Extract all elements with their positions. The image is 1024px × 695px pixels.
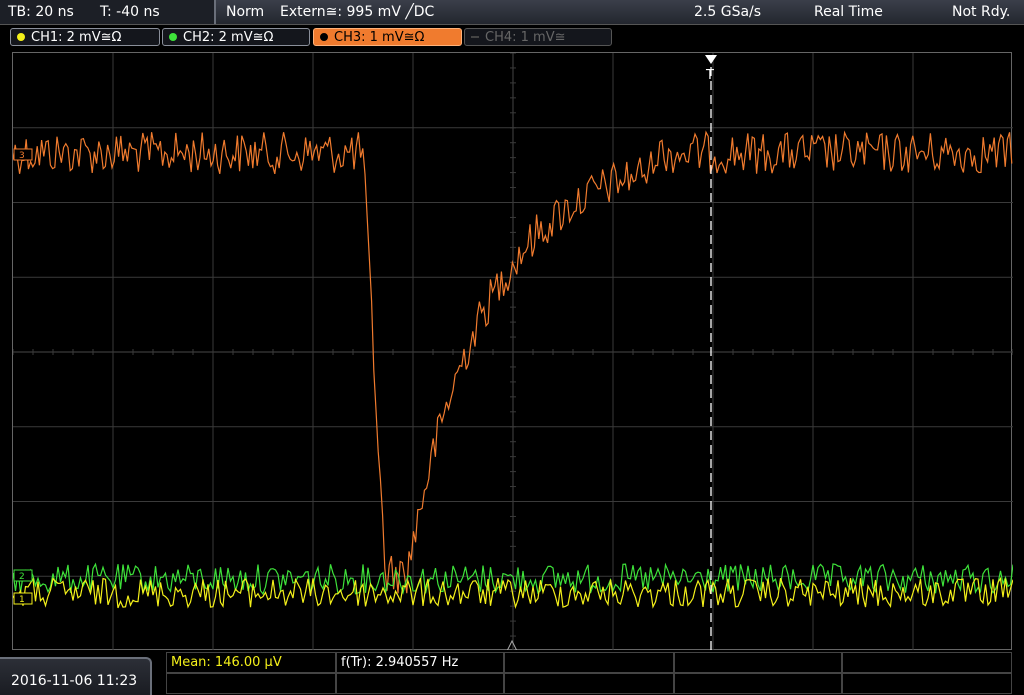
channel-2-label: CH2: 2 mV≅Ω (183, 30, 274, 45)
measurement-mean[interactable]: Mean: 146.00 µV (166, 652, 336, 673)
graticule (13, 53, 1013, 651)
measurement-table[interactable]: Mean: 146.00 µV f(Tr): 2.940557 Hz (166, 652, 1012, 695)
channel-3-button[interactable]: CH3: 1 mV≅Ω (313, 28, 462, 46)
svg-text:2: 2 (19, 572, 25, 582)
measurement-slot-4[interactable] (674, 652, 842, 673)
trigger-marker-label: T (705, 68, 714, 83)
measurement-slot-3[interactable] (504, 652, 674, 673)
svg-text:3: 3 (19, 151, 25, 161)
channel-3-dot-icon (320, 33, 328, 41)
channel-3-offset-marker[interactable]: 3 (13, 148, 33, 161)
measurement-slot-5[interactable] (842, 652, 1012, 673)
channel-1-offset-marker[interactable]: 1 (13, 592, 33, 605)
status-bar: TB: 20 ns T: -40 ns Norm Extern≅: 995 mV… (0, 0, 1024, 25)
channel-3-label: CH3: 1 mV≅Ω (334, 30, 425, 45)
channel-1-dot-icon (17, 33, 25, 41)
trigger-time-label[interactable]: T: -40 ns (100, 0, 160, 24)
channel-2-dot-icon (169, 33, 177, 41)
sample-rate-label[interactable]: 2.5 GSa/s (694, 0, 761, 24)
measurement-slot-10[interactable] (842, 673, 1012, 694)
trigger-source-label[interactable]: Extern≅: 995 mV ╱DC (280, 0, 434, 24)
svg-text:1: 1 (19, 595, 25, 605)
run-state-label[interactable]: Not Rdy. (952, 0, 1010, 24)
measurement-slot-8[interactable] (504, 673, 674, 694)
acquisition-mode-label[interactable]: Real Time (814, 0, 883, 24)
measurement-slot-9[interactable] (674, 673, 842, 694)
measurement-slot-6[interactable] (166, 673, 336, 694)
channel-1-label: CH1: 2 mV≅Ω (31, 30, 122, 45)
channel-4-dot-icon (471, 36, 479, 38)
measurement-frequency[interactable]: f(Tr): 2.940557 Hz (336, 652, 504, 673)
waveform-display[interactable]: T 3 2 1 (12, 52, 1013, 651)
waveform-canvas: T 3 2 1 (13, 53, 1013, 651)
channel-2-offset-marker[interactable]: 2 (13, 569, 33, 582)
channel-1-button[interactable]: CH1: 2 mV≅Ω (10, 28, 160, 46)
timebase-label[interactable]: TB: 20 ns (8, 0, 74, 24)
date-time-panel[interactable]: 2016-11-06 11:23 (0, 657, 152, 695)
measurement-slot-7[interactable] (336, 673, 504, 694)
channel-4-button[interactable]: CH4: 1 mV≅ (464, 28, 612, 46)
channel-4-label: CH4: 1 mV≅ (485, 30, 566, 45)
date-time-label: 2016-11-06 11:23 (11, 673, 138, 689)
trigger-position-arrow-icon[interactable] (705, 55, 717, 64)
channel-2-button[interactable]: CH2: 2 mV≅Ω (162, 28, 310, 46)
trigger-mode-label[interactable]: Norm (226, 0, 264, 24)
channel-bar: CH1: 2 mV≅Ω CH2: 2 mV≅Ω CH3: 1 mV≅Ω CH4:… (0, 25, 1024, 49)
